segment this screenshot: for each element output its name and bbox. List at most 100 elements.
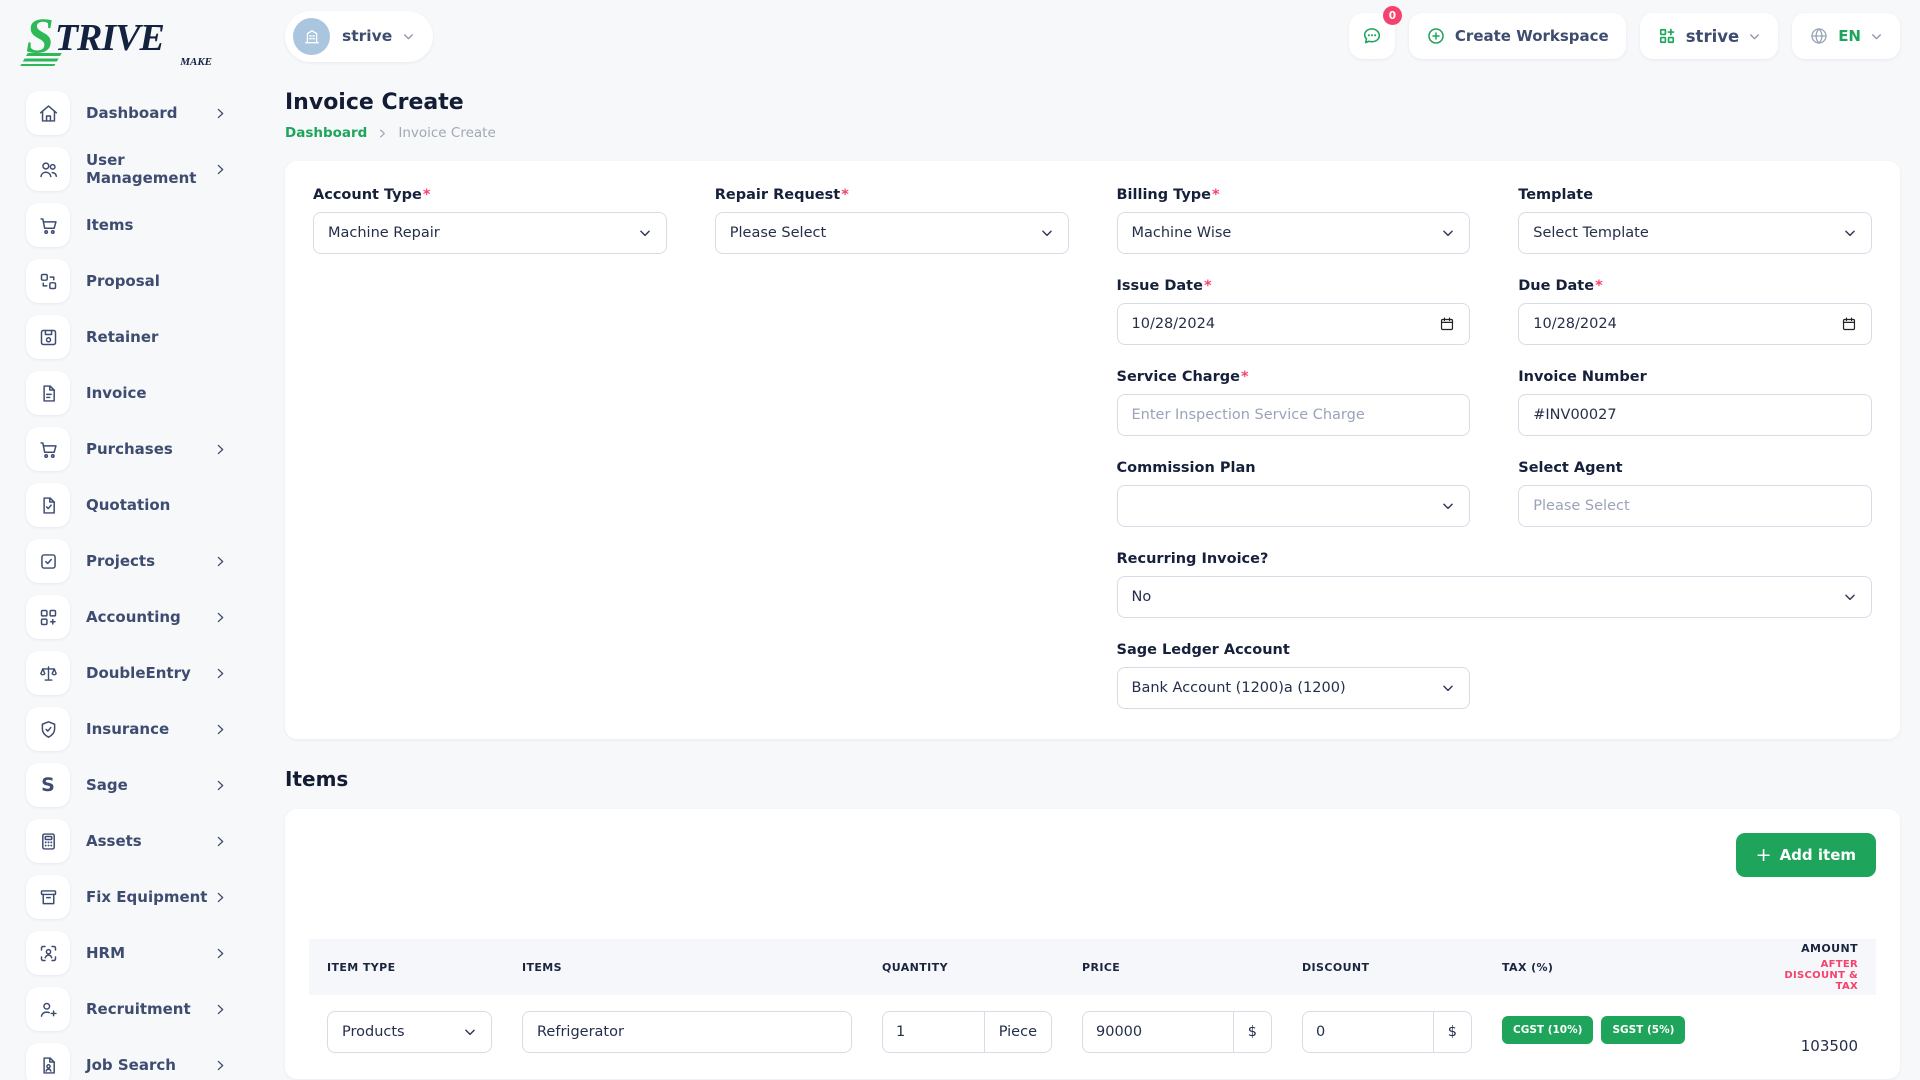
quantity-unit: Piece	[984, 1011, 1052, 1053]
service-charge-label: Service Charge*	[1117, 369, 1471, 385]
sidebar-item-label: Assets	[86, 832, 214, 850]
sage-ledger-field: Sage Ledger Account Bank Account (1200)a…	[1117, 642, 1471, 709]
item-name-input[interactable]	[522, 1011, 852, 1053]
sidebar-item-label: DoubleEntry	[86, 664, 214, 682]
sidebar-item-doubleentry[interactable]: DoubleEntry	[26, 650, 265, 696]
breadcrumb-dashboard-link[interactable]: Dashboard	[285, 125, 367, 141]
billing-type-select[interactable]: Machine Wise	[1117, 212, 1471, 254]
sidebar-item-assets[interactable]: Assets	[26, 818, 265, 864]
repair-request-field: Repair Request* Please Select	[715, 187, 1069, 254]
chevron-down-icon	[1843, 590, 1857, 604]
issue-date-label: Issue Date*	[1117, 278, 1471, 294]
sage-ledger-label: Sage Ledger Account	[1117, 642, 1471, 658]
chevron-right-icon	[214, 107, 227, 120]
invoice-number-input[interactable]	[1518, 394, 1872, 436]
sidebar-item-purchases[interactable]: Purchases	[26, 426, 265, 472]
users-icon	[26, 147, 70, 191]
swap-squares-icon	[26, 259, 70, 303]
sidebar-item-label: HRM	[86, 944, 214, 962]
workspace-avatar	[293, 18, 330, 55]
chat-icon	[1361, 25, 1383, 47]
tax-chip-sgst[interactable]: SGST (5%)	[1601, 1016, 1685, 1044]
chevron-down-icon	[1748, 30, 1761, 43]
item-row: Products Piece $	[309, 995, 1876, 1055]
sidebar-item-label: Purchases	[86, 440, 214, 458]
chevron-right-icon	[214, 1003, 227, 1016]
sidebar-item-sage[interactable]: S Sage	[26, 762, 265, 808]
archive-box-icon	[26, 875, 70, 919]
sidebar-item-hrm[interactable]: HRM	[26, 930, 265, 976]
chevron-right-icon	[214, 891, 227, 904]
quantity-input[interactable]	[882, 1011, 984, 1053]
col-discount: DISCOUNT	[1302, 961, 1472, 974]
language-label: EN	[1838, 27, 1861, 45]
price-input[interactable]	[1082, 1011, 1233, 1053]
sidebar-item-retainer[interactable]: Retainer	[26, 314, 265, 360]
due-date-field: Due Date* 10/28/2024	[1518, 278, 1872, 345]
main-content: strive 0 Create Workspace strive	[265, 0, 1920, 1080]
workspace-selector[interactable]: strive	[285, 11, 433, 62]
template-select[interactable]: Select Template	[1518, 212, 1872, 254]
service-charge-input[interactable]	[1117, 394, 1471, 436]
chevron-right-icon	[214, 611, 227, 624]
add-item-button[interactable]: + Add item	[1736, 833, 1876, 877]
due-date-input[interactable]: 10/28/2024	[1518, 303, 1872, 345]
recurring-invoice-field: Recurring Invoice? No	[1117, 551, 1873, 618]
repair-request-select[interactable]: Please Select	[715, 212, 1069, 254]
discount-input[interactable]	[1302, 1011, 1433, 1053]
sidebar-item-quotation[interactable]: Quotation	[26, 482, 265, 528]
sidebar-item-label: Insurance	[86, 720, 214, 738]
sidebar-item-items[interactable]: Items	[26, 202, 265, 248]
breadcrumb: Dashboard Invoice Create	[285, 125, 1900, 141]
company-dropdown[interactable]: strive	[1640, 13, 1778, 59]
topbar: strive 0 Create Workspace strive	[285, 8, 1900, 64]
sidebar-item-user-management[interactable]: User Management	[26, 146, 265, 192]
create-workspace-label: Create Workspace	[1455, 27, 1609, 45]
create-workspace-button[interactable]: Create Workspace	[1409, 13, 1626, 59]
sage-ledger-select[interactable]: Bank Account (1200)a (1200)	[1117, 667, 1471, 709]
sidebar-nav: Dashboard User Management Items	[26, 90, 265, 1080]
select-agent-input[interactable]	[1518, 485, 1872, 527]
sidebar-item-accounting[interactable]: Accounting	[26, 594, 265, 640]
sidebar-item-label: Proposal	[86, 272, 265, 290]
sidebar-item-label: Job Search	[86, 1056, 214, 1074]
sidebar-item-job-search[interactable]: Job Search	[26, 1042, 265, 1080]
sidebar-item-recruitment[interactable]: Recruitment	[26, 986, 265, 1032]
sidebar: S TRIVE MAKE Dashboard User Management	[0, 0, 265, 1080]
sidebar-item-fix-equipment[interactable]: Fix Equipment	[26, 874, 265, 920]
price-currency: $	[1233, 1011, 1272, 1053]
sidebar-item-proposal[interactable]: Proposal	[26, 258, 265, 304]
calendar-icon	[1841, 316, 1857, 332]
account-type-select[interactable]: Machine Repair	[313, 212, 667, 254]
account-type-label: Account Type*	[313, 187, 667, 203]
messages-button[interactable]: 0	[1349, 13, 1395, 59]
commission-plan-select[interactable]	[1117, 485, 1471, 527]
company-name: strive	[1686, 27, 1739, 46]
item-type-select[interactable]: Products	[327, 1011, 492, 1053]
tax-chip-cgst[interactable]: CGST (10%)	[1502, 1016, 1593, 1044]
commission-plan-label: Commission Plan	[1117, 460, 1471, 476]
issue-date-input[interactable]: 10/28/2024	[1117, 303, 1471, 345]
items-card: + Add item ITEM TYPE ITEMS QUANTITY PRIC…	[285, 809, 1900, 1079]
recurring-invoice-select[interactable]: No	[1117, 576, 1873, 618]
sidebar-item-insurance[interactable]: Insurance	[26, 706, 265, 752]
brand-logo: S TRIVE MAKE	[26, 10, 216, 68]
col-amount-subtitle: AFTER DISCOUNT & TAX	[1772, 959, 1858, 992]
items-table-header: ITEM TYPE ITEMS QUANTITY PRICE DISCOUNT …	[309, 939, 1876, 995]
sidebar-item-dashboard[interactable]: Dashboard	[26, 90, 265, 136]
language-selector[interactable]: EN	[1792, 13, 1900, 59]
sidebar-item-projects[interactable]: Projects	[26, 538, 265, 584]
chevron-down-icon	[1441, 681, 1455, 695]
invoice-number-label: Invoice Number	[1518, 369, 1872, 385]
col-price: PRICE	[1082, 961, 1272, 974]
select-agent-field: Select Agent	[1518, 460, 1872, 527]
sidebar-item-label: Projects	[86, 552, 214, 570]
logo-text: TRIVE	[55, 19, 164, 60]
col-tax: TAX (%)	[1502, 961, 1742, 974]
chevron-down-icon	[1870, 30, 1883, 43]
calendar-icon	[1439, 316, 1455, 332]
sidebar-item-label: Dashboard	[86, 104, 214, 122]
chevron-right-icon	[377, 128, 388, 139]
chevron-down-icon	[463, 1025, 477, 1039]
sidebar-item-invoice[interactable]: Invoice	[26, 370, 265, 416]
